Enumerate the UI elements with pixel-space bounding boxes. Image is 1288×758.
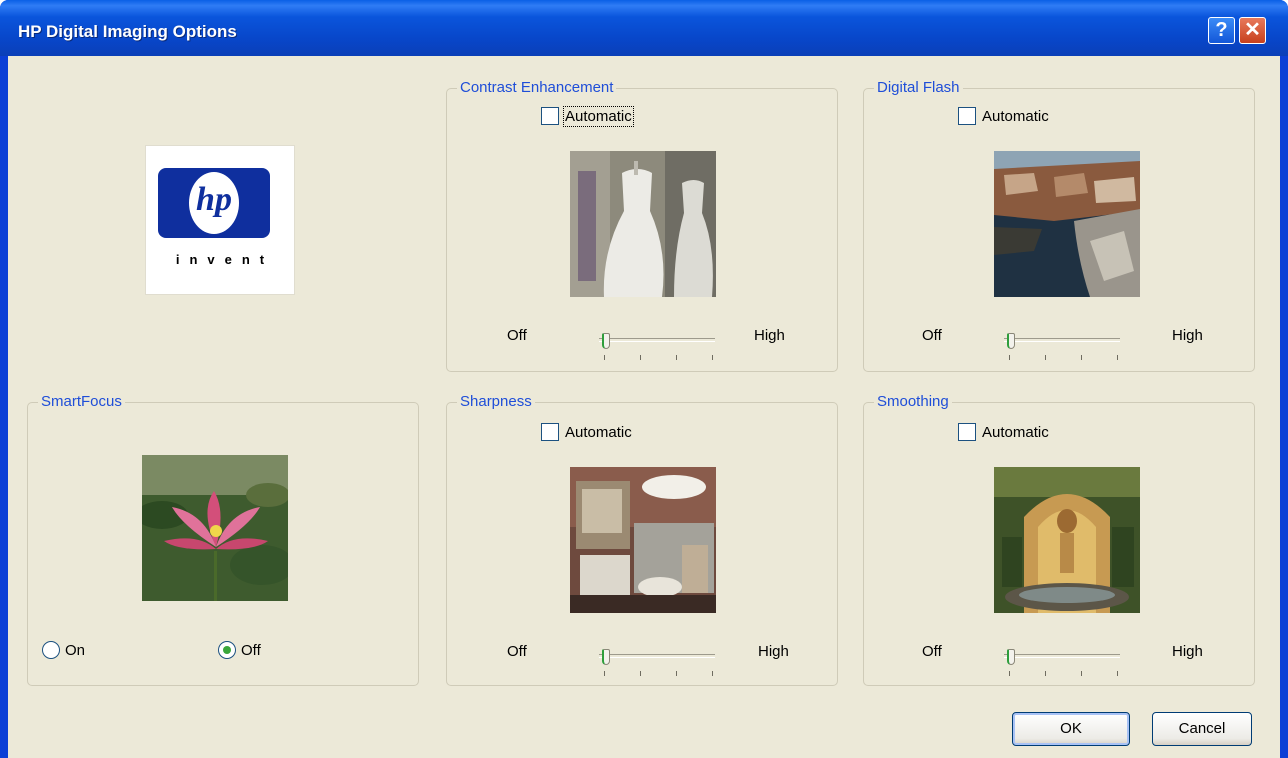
contrast-enhancement-legend: Contrast Enhancement (457, 79, 617, 97)
checkbox-box[interactable] (958, 423, 976, 441)
hp-mark: hp (189, 172, 239, 234)
sharpness-off-label: Off (507, 643, 527, 660)
radio-label: Off (241, 641, 261, 659)
digital-flash-slider[interactable] (1004, 333, 1120, 361)
digital-flash-legend: Digital Flash (874, 79, 963, 97)
hp-logo: hp invent (145, 145, 295, 295)
close-button[interactable]: ✕ (1239, 17, 1266, 44)
sharpness-high-label: High (758, 643, 789, 660)
digital-flash-preview-image (994, 151, 1140, 297)
checkbox-box[interactable] (541, 107, 559, 125)
window-title: HP Digital Imaging Options (18, 22, 237, 41)
smoothing-high-label: High (1172, 643, 1203, 660)
radio-circle[interactable] (42, 641, 60, 659)
digital-flash-off-label: Off (922, 327, 942, 344)
contrast-slider[interactable] (599, 333, 715, 361)
slider-tick (1009, 671, 1010, 676)
sharpness-group: Sharpness Automatic Off High (446, 393, 838, 686)
smoothing-preview-image (994, 467, 1140, 613)
slider-thumb[interactable] (602, 649, 610, 665)
checkbox-label: Automatic (563, 105, 634, 127)
slider-tick (1081, 355, 1082, 360)
radio-circle[interactable] (218, 641, 236, 659)
contrast-enhancement-group: Contrast Enhancement Automatic Off High (446, 79, 838, 372)
hp-badge: hp (158, 168, 270, 238)
smartfocus-on-radio[interactable]: On (42, 641, 85, 659)
smoothing-automatic-checkbox[interactable]: Automatic (958, 423, 1049, 441)
radio-label: On (65, 641, 86, 659)
slider-tick (1045, 671, 1046, 676)
slider-track (599, 338, 715, 342)
checkbox-label: Automatic (982, 107, 1049, 125)
slider-tick (604, 671, 605, 676)
digital-flash-high-label: High (1172, 327, 1203, 344)
contrast-automatic-checkbox[interactable]: Automatic (541, 105, 634, 127)
dialog-client-area: hp invent Contrast Enhancement Automatic… (8, 56, 1280, 758)
sharpness-preview-image (570, 467, 716, 613)
slider-tick (676, 671, 677, 676)
smartfocus-group: SmartFocus On Off (27, 393, 419, 686)
digital-flash-automatic-checkbox[interactable]: Automatic (958, 107, 1049, 125)
digital-flash-group: Digital Flash Automatic Off High (863, 79, 1255, 372)
slider-tick (1081, 671, 1082, 676)
slider-track (1004, 654, 1120, 658)
contrast-high-label: High (754, 327, 785, 344)
slider-track (599, 654, 715, 658)
dialog-window: HP Digital Imaging Options ? ✕ hp invent… (0, 0, 1288, 758)
slider-tick (604, 355, 605, 360)
smartfocus-preview-image (142, 455, 288, 601)
slider-thumb[interactable] (1007, 649, 1015, 665)
title-bar: HP Digital Imaging Options ? ✕ (0, 0, 1288, 56)
slider-tick (712, 355, 713, 360)
smartfocus-legend: SmartFocus (38, 393, 125, 411)
contrast-preview-image (570, 151, 716, 297)
slider-tick (1045, 355, 1046, 360)
sharpness-slider[interactable] (599, 649, 715, 677)
smoothing-group: Smoothing Automatic Off High (863, 393, 1255, 686)
help-button[interactable]: ? (1208, 17, 1235, 44)
smartfocus-off-radio[interactable]: Off (218, 641, 261, 659)
ok-button[interactable]: OK (1012, 712, 1130, 746)
slider-tick (1117, 355, 1118, 360)
slider-thumb[interactable] (602, 333, 610, 349)
sharpness-legend: Sharpness (457, 393, 535, 411)
checkbox-label: Automatic (565, 423, 632, 441)
slider-tick (640, 355, 641, 360)
smoothing-off-label: Off (922, 643, 942, 660)
slider-thumb[interactable] (1007, 333, 1015, 349)
sharpness-automatic-checkbox[interactable]: Automatic (541, 423, 632, 441)
checkbox-label: Automatic (982, 423, 1049, 441)
cancel-button[interactable]: Cancel (1152, 712, 1252, 746)
slider-tick (1009, 355, 1010, 360)
slider-tick (676, 355, 677, 360)
slider-tick (712, 671, 713, 676)
smoothing-slider[interactable] (1004, 649, 1120, 677)
hp-tagline: invent (175, 252, 275, 267)
checkbox-box[interactable] (541, 423, 559, 441)
checkbox-box[interactable] (958, 107, 976, 125)
slider-track (1004, 338, 1120, 342)
contrast-off-label: Off (507, 327, 527, 344)
slider-tick (640, 671, 641, 676)
slider-tick (1117, 671, 1118, 676)
smoothing-legend: Smoothing (874, 393, 952, 411)
